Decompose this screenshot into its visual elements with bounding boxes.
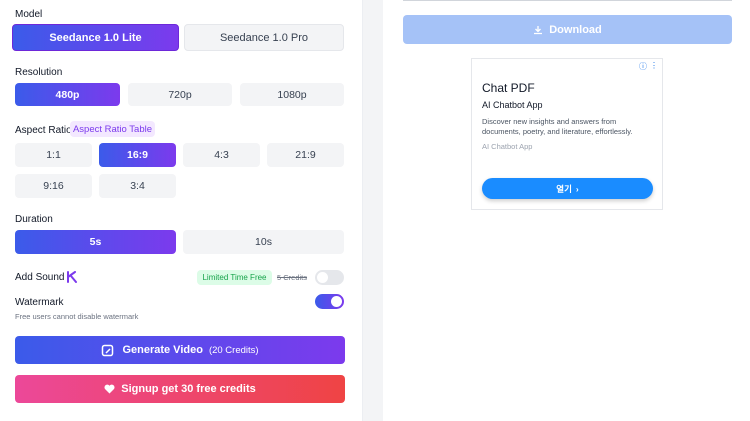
chevron-right-icon: › bbox=[575, 183, 579, 194]
ad-open-button[interactable]: 열기 › bbox=[482, 178, 653, 199]
generate-video-credits: (20 Credits) bbox=[208, 344, 259, 356]
model-option-pro[interactable]: Seedance 1.0 Pro bbox=[184, 24, 344, 51]
generate-video-button[interactable]: Generate Video (20 Credits) bbox=[15, 336, 345, 364]
info-icon[interactable]: ⓘ bbox=[639, 61, 647, 72]
model-option-lite[interactable]: Seedance 1.0 Lite bbox=[12, 24, 179, 51]
download-icon bbox=[533, 25, 543, 35]
watermark-toggle[interactable] bbox=[315, 294, 344, 309]
add-sound-label: Add Sound bbox=[15, 272, 65, 283]
aspect-4-3[interactable]: 4:3 bbox=[183, 143, 260, 167]
model-label: Model bbox=[15, 9, 43, 20]
aspect-21-9[interactable]: 21:9 bbox=[267, 143, 344, 167]
aspect-ratio-label: Aspect Ratio bbox=[15, 125, 72, 136]
add-sound-toggle[interactable] bbox=[315, 270, 344, 285]
heart-icon bbox=[104, 384, 115, 394]
download-label: Download bbox=[549, 23, 602, 36]
duration-5s[interactable]: 5s bbox=[15, 230, 176, 254]
signup-button[interactable]: Signup get 30 free credits bbox=[15, 375, 345, 403]
download-button[interactable]: Download bbox=[403, 15, 732, 44]
preview-top-border bbox=[403, 0, 732, 1]
watermark-label: Watermark bbox=[15, 297, 64, 308]
ad-title: Chat PDF bbox=[482, 81, 535, 95]
preview-panel: Download ⓘ ⋮ Chat PDF AI Chatbot App Dis… bbox=[383, 0, 750, 421]
resolution-480p[interactable]: 480p bbox=[15, 83, 120, 106]
aspect-1-1[interactable]: 1:1 bbox=[15, 143, 92, 167]
aspect-9-16[interactable]: 9:16 bbox=[15, 174, 92, 198]
limited-time-free-badge: Limited Time Free bbox=[197, 270, 272, 285]
advertisement[interactable]: ⓘ ⋮ Chat PDF AI Chatbot App Discover new… bbox=[471, 58, 663, 210]
more-vert-icon[interactable]: ⋮ bbox=[650, 61, 658, 72]
ad-source: AI Chatbot App bbox=[482, 142, 533, 151]
video-edit-icon bbox=[101, 344, 114, 357]
kling-logo-icon bbox=[66, 270, 78, 288]
panel-divider bbox=[362, 0, 383, 421]
ad-open-label: 열기 bbox=[556, 183, 572, 194]
settings-panel: Model Seedance 1.0 Lite Seedance 1.0 Pro… bbox=[0, 0, 362, 421]
resolution-label: Resolution bbox=[15, 67, 63, 78]
aspect-16-9[interactable]: 16:9 bbox=[99, 143, 176, 167]
ad-description: Discover new insights and answers from d… bbox=[482, 117, 633, 137]
ad-controls[interactable]: ⓘ ⋮ bbox=[639, 61, 658, 72]
ad-subtitle: AI Chatbot App bbox=[482, 100, 543, 110]
duration-label: Duration bbox=[15, 214, 53, 225]
resolution-1080p[interactable]: 1080p bbox=[240, 83, 344, 106]
resolution-720p[interactable]: 720p bbox=[128, 83, 232, 106]
aspect-ratio-table-link[interactable]: Aspect Ratio Table bbox=[70, 121, 155, 137]
sound-credits-strikethrough: 5 Credits bbox=[277, 273, 308, 282]
watermark-note: Free users cannot disable watermark bbox=[15, 312, 139, 321]
aspect-3-4[interactable]: 3:4 bbox=[99, 174, 176, 198]
duration-10s[interactable]: 10s bbox=[183, 230, 344, 254]
signup-label: Signup get 30 free credits bbox=[121, 383, 256, 395]
generate-video-label: Generate Video bbox=[122, 344, 203, 356]
